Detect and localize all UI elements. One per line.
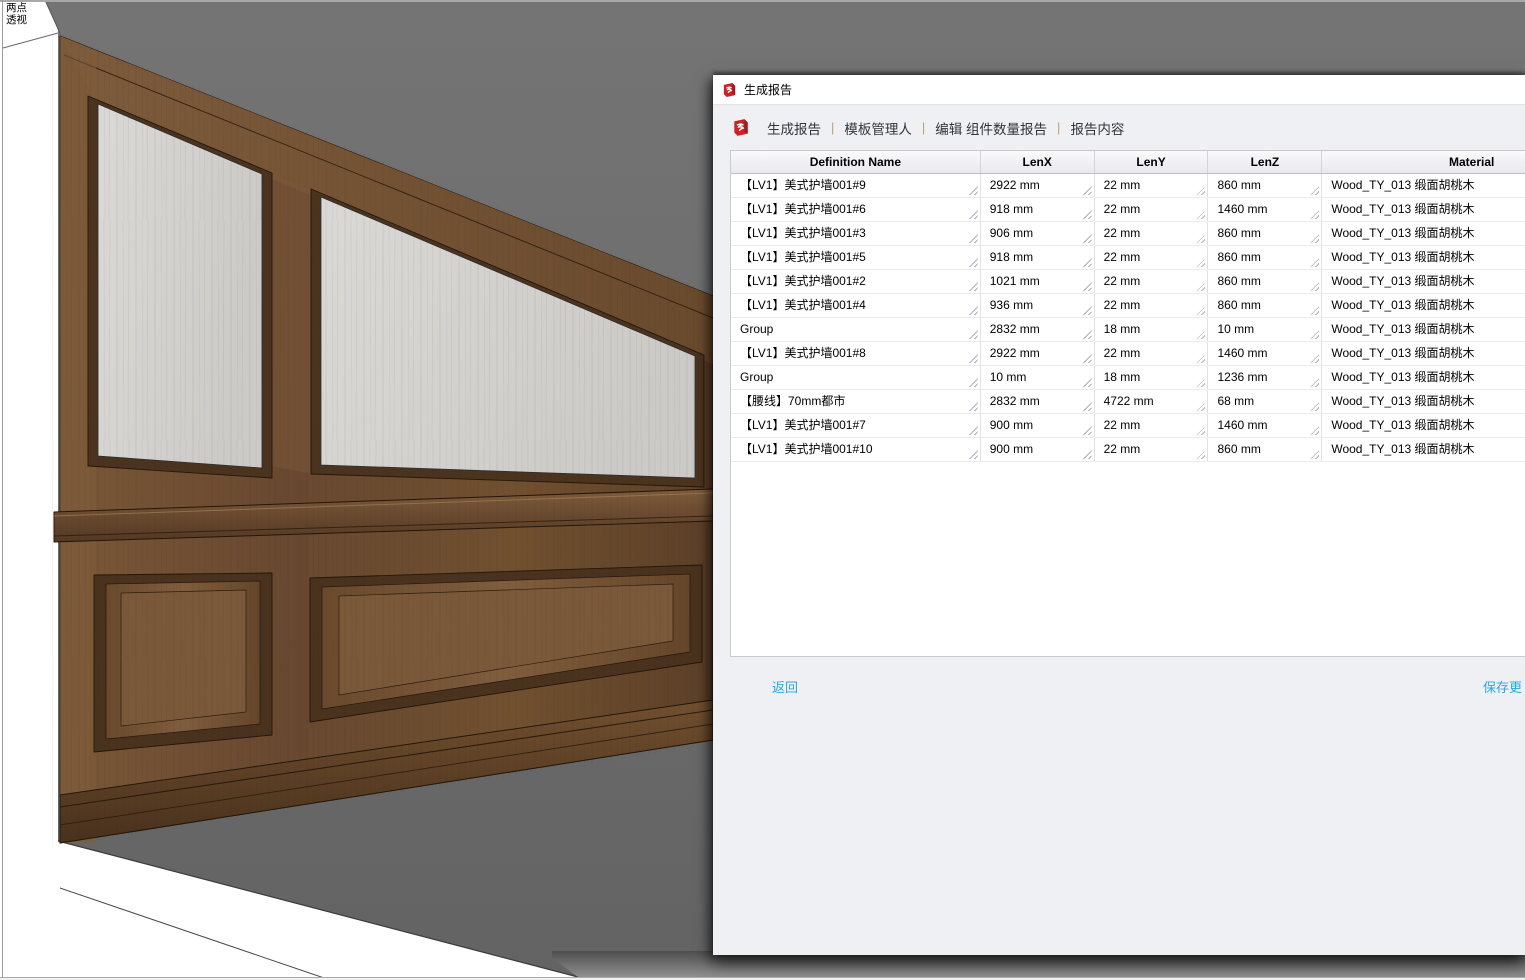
table-row: 【LV1】美式护墙001#10 900 mm 22 mm 860 mm Wood… (731, 438, 1525, 462)
cell-lenx[interactable]: 2922 mm (981, 342, 1095, 366)
cell-leny[interactable]: 22 mm (1095, 438, 1209, 462)
table-row: Group 10 mm 18 mm 1236 mm Wood_TY_013 缎面… (731, 366, 1525, 390)
cell-lenz[interactable]: 860 mm (1208, 222, 1322, 246)
cell-leny[interactable]: 22 mm (1095, 294, 1209, 318)
cell-material[interactable]: Wood_TY_013 缎面胡桃木 (1322, 294, 1525, 318)
cell-definition-name[interactable]: 【LV1】美式护墙001#4 (731, 294, 981, 318)
dialog-title: 生成报告 (744, 81, 792, 98)
cell-material[interactable]: Wood_TY_013 缎面胡桃木 (1322, 270, 1525, 294)
dialog-titlebar[interactable]: 生成报告 (713, 75, 1525, 105)
table-row: Group 2832 mm 18 mm 10 mm Wood_TY_013 缎面… (731, 318, 1525, 342)
cell-leny[interactable]: 22 mm (1095, 198, 1209, 222)
window-left-edge (2, 0, 3, 977)
cell-leny[interactable]: 22 mm (1095, 174, 1209, 198)
menu-item-generate-report[interactable]: 生成报告 (767, 118, 821, 138)
cell-definition-name[interactable]: 【LV1】美式护墙001#5 (731, 246, 981, 270)
menu-separator: | (831, 120, 834, 135)
cell-definition-name[interactable]: 【LV1】美式护墙001#10 (731, 438, 981, 462)
cell-material[interactable]: Wood_TY_013 缎面胡桃木 (1322, 198, 1525, 222)
cell-lenx[interactable]: 2922 mm (981, 174, 1095, 198)
cell-lenz[interactable]: 1236 mm (1208, 366, 1322, 390)
cell-material[interactable]: Wood_TY_013 缎面胡桃木 (1322, 438, 1525, 462)
cell-material[interactable]: Wood_TY_013 缎面胡桃木 (1322, 174, 1525, 198)
cell-material[interactable]: Wood_TY_013 缎面胡桃木 (1322, 390, 1525, 414)
cell-definition-name[interactable]: 【腰线】70mm都市 (731, 390, 981, 414)
back-button[interactable]: 返回 (772, 677, 798, 696)
table-row: 【LV1】美式护墙001#8 2922 mm 22 mm 1460 mm Woo… (731, 342, 1525, 366)
column-header-leny: LenY (1095, 151, 1209, 173)
sketchup-report-icon (732, 118, 750, 137)
cell-lenx[interactable]: 906 mm (981, 222, 1095, 246)
column-header-lenx: LenX (981, 151, 1095, 173)
cell-lenz[interactable]: 10 mm (1208, 318, 1322, 342)
cell-lenz[interactable]: 860 mm (1208, 294, 1322, 318)
cell-leny[interactable]: 18 mm (1095, 366, 1209, 390)
cell-lenx[interactable]: 936 mm (981, 294, 1095, 318)
cell-material[interactable]: Wood_TY_013 缎面胡桃木 (1322, 414, 1525, 438)
cell-lenz[interactable]: 1460 mm (1208, 342, 1322, 366)
viewport-perspective-label: 两点 透视 (6, 3, 27, 26)
cell-lenz[interactable]: 860 mm (1208, 438, 1322, 462)
report-dialog: 生成报告 生成报告 | 模板管理人 | 编辑 组件数量报告 | 报告内容 Def… (713, 75, 1525, 955)
cell-lenz[interactable]: 1460 mm (1208, 198, 1322, 222)
menu-separator: | (1057, 120, 1060, 135)
cell-definition-name[interactable]: 【LV1】美式护墙001#3 (731, 222, 981, 246)
cell-leny[interactable]: 22 mm (1095, 246, 1209, 270)
cell-leny[interactable]: 4722 mm (1095, 390, 1209, 414)
cell-leny[interactable]: 22 mm (1095, 414, 1209, 438)
menu-item-template-manager[interactable]: 模板管理人 (844, 118, 912, 138)
cell-lenx[interactable]: 1021 mm (981, 270, 1095, 294)
dialog-menubar: 生成报告 | 模板管理人 | 编辑 组件数量报告 | 报告内容 (713, 106, 1525, 149)
cell-material[interactable]: Wood_TY_013 缎面胡桃木 (1322, 246, 1525, 270)
cell-leny[interactable]: 22 mm (1095, 270, 1209, 294)
cell-material[interactable]: Wood_TY_013 缎面胡桃木 (1322, 318, 1525, 342)
table-row: 【LV1】美式护墙001#4 936 mm 22 mm 860 mm Wood_… (731, 294, 1525, 318)
cell-leny[interactable]: 22 mm (1095, 342, 1209, 366)
cell-definition-name[interactable]: Group (731, 366, 981, 390)
table-row: 【腰线】70mm都市 2832 mm 4722 mm 68 mm Wood_TY… (731, 390, 1525, 414)
cell-material[interactable]: Wood_TY_013 缎面胡桃木 (1322, 342, 1525, 366)
table-body: 【LV1】美式护墙001#9 2922 mm 22 mm 860 mm Wood… (731, 174, 1525, 462)
menu-separator: | (922, 120, 925, 135)
sketchup-report-icon (722, 82, 737, 98)
cell-definition-name[interactable]: Group (731, 318, 981, 342)
cell-lenx[interactable]: 2832 mm (981, 318, 1095, 342)
column-header-lenz: LenZ (1208, 151, 1322, 173)
cell-lenx[interactable]: 900 mm (981, 414, 1095, 438)
cell-lenx[interactable]: 10 mm (981, 366, 1095, 390)
app-window: 两点 透视 生成报告 生成报告 | 模板管理人 | 编辑 组件数量报告 | 报 (0, 0, 1525, 980)
cell-lenx[interactable]: 2832 mm (981, 390, 1095, 414)
table-row: 【LV1】美式护墙001#5 918 mm 22 mm 860 mm Wood_… (731, 246, 1525, 270)
cell-definition-name[interactable]: 【LV1】美式护墙001#2 (731, 270, 981, 294)
cell-lenz[interactable]: 860 mm (1208, 270, 1322, 294)
cell-leny[interactable]: 22 mm (1095, 222, 1209, 246)
cell-material[interactable]: Wood_TY_013 缎面胡桃木 (1322, 366, 1525, 390)
menu-item-edit-component-quantity-report[interactable]: 编辑 组件数量报告 (935, 118, 1047, 138)
cell-lenx[interactable]: 918 mm (981, 246, 1095, 270)
cell-leny[interactable]: 18 mm (1095, 318, 1209, 342)
cell-lenx[interactable]: 900 mm (981, 438, 1095, 462)
table-row: 【LV1】美式护墙001#6 918 mm 22 mm 1460 mm Wood… (731, 198, 1525, 222)
table-row: 【LV1】美式护墙001#7 900 mm 22 mm 1460 mm Wood… (731, 414, 1525, 438)
save-changes-button[interactable]: 保存更 (1483, 677, 1522, 696)
report-table: Definition Name LenX LenY LenZ Material … (730, 150, 1525, 657)
cell-definition-name[interactable]: 【LV1】美式护墙001#7 (731, 414, 981, 438)
table-row: 【LV1】美式护墙001#2 1021 mm 22 mm 860 mm Wood… (731, 270, 1525, 294)
cell-lenx[interactable]: 918 mm (981, 198, 1095, 222)
menu-item-report-content[interactable]: 报告内容 (1070, 118, 1124, 138)
window-top-edge (0, 0, 1525, 2)
cell-lenz[interactable]: 68 mm (1208, 390, 1322, 414)
cell-definition-name[interactable]: 【LV1】美式护墙001#6 (731, 198, 981, 222)
column-header-definition-name: Definition Name (731, 151, 981, 173)
column-header-material: Material (1322, 151, 1525, 173)
cell-lenz[interactable]: 1460 mm (1208, 414, 1322, 438)
cell-lenz[interactable]: 860 mm (1208, 174, 1322, 198)
cell-lenz[interactable]: 860 mm (1208, 246, 1322, 270)
cell-definition-name[interactable]: 【LV1】美式护墙001#9 (731, 174, 981, 198)
table-row: 【LV1】美式护墙001#3 906 mm 22 mm 860 mm Wood_… (731, 222, 1525, 246)
cell-material[interactable]: Wood_TY_013 缎面胡桃木 (1322, 222, 1525, 246)
table-header-row: Definition Name LenX LenY LenZ Material (731, 151, 1525, 174)
table-row: 【LV1】美式护墙001#9 2922 mm 22 mm 860 mm Wood… (731, 174, 1525, 198)
cell-definition-name[interactable]: 【LV1】美式护墙001#8 (731, 342, 981, 366)
